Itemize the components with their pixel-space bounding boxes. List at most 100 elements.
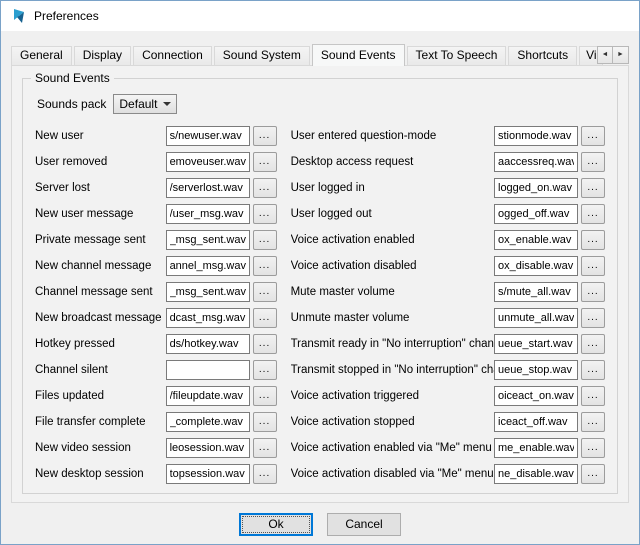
sound-event-label: New channel message bbox=[35, 260, 166, 272]
browse-button[interactable]: ... bbox=[581, 256, 605, 276]
browse-button[interactable]: ... bbox=[253, 334, 277, 354]
browse-button[interactable]: ... bbox=[253, 152, 277, 172]
browse-button[interactable]: ... bbox=[581, 438, 605, 458]
browse-button[interactable]: ... bbox=[253, 360, 277, 380]
sound-file-input[interactable] bbox=[166, 178, 250, 198]
sound-events-column-left: New user...User removed...Server lost...… bbox=[35, 123, 277, 487]
tab-display[interactable]: Display bbox=[74, 46, 131, 65]
sound-file-input[interactable] bbox=[166, 308, 250, 328]
sound-event-row: Server lost... bbox=[35, 175, 277, 201]
browse-button[interactable]: ... bbox=[581, 204, 605, 224]
sound-event-label: New user bbox=[35, 130, 166, 142]
sound-event-label: User removed bbox=[35, 156, 166, 168]
sound-events-group: Sound Events Sounds pack Default New use… bbox=[22, 78, 618, 494]
browse-button[interactable]: ... bbox=[253, 386, 277, 406]
sound-file-input[interactable] bbox=[166, 282, 250, 302]
sound-file-input[interactable] bbox=[166, 386, 250, 406]
browse-button[interactable]: ... bbox=[253, 282, 277, 302]
browse-button[interactable]: ... bbox=[253, 126, 277, 146]
browse-button[interactable]: ... bbox=[581, 334, 605, 354]
browse-button[interactable]: ... bbox=[581, 464, 605, 484]
sound-file-input[interactable] bbox=[494, 152, 578, 172]
sound-event-row: Private message sent... bbox=[35, 227, 277, 253]
browse-button[interactable]: ... bbox=[253, 464, 277, 484]
sound-event-row: Desktop access request... bbox=[291, 149, 605, 175]
ok-button[interactable]: Ok bbox=[239, 513, 313, 536]
sound-file-input[interactable] bbox=[494, 412, 578, 432]
sound-file-input[interactable] bbox=[494, 386, 578, 406]
sound-event-label: Channel silent bbox=[35, 364, 166, 376]
tab-scroll-left-icon[interactable]: ◄ bbox=[597, 46, 613, 64]
tab-scroll-right-icon[interactable]: ► bbox=[613, 46, 629, 64]
sound-event-row: Channel silent... bbox=[35, 357, 277, 383]
sound-file-input[interactable] bbox=[494, 256, 578, 276]
sound-event-label: User entered question-mode bbox=[291, 130, 494, 142]
cancel-button[interactable]: Cancel bbox=[327, 513, 401, 536]
browse-button[interactable]: ... bbox=[581, 412, 605, 432]
sound-event-row: User removed... bbox=[35, 149, 277, 175]
browse-button[interactable]: ... bbox=[581, 126, 605, 146]
browse-button[interactable]: ... bbox=[253, 308, 277, 328]
sound-file-input[interactable] bbox=[494, 360, 578, 380]
browse-button[interactable]: ... bbox=[253, 256, 277, 276]
sound-event-columns: New user...User removed...Server lost...… bbox=[35, 123, 605, 487]
sound-file-input[interactable] bbox=[166, 230, 250, 250]
sound-event-label: New broadcast message bbox=[35, 312, 166, 324]
tab-shortcuts[interactable]: Shortcuts bbox=[508, 46, 577, 65]
sound-file-input[interactable] bbox=[494, 178, 578, 198]
sound-events-column-right: User entered question-mode...Desktop acc… bbox=[291, 123, 605, 487]
sound-event-row: Voice activation disabled... bbox=[291, 253, 605, 279]
tab-text-to-speech[interactable]: Text To Speech bbox=[407, 46, 507, 65]
browse-button[interactable]: ... bbox=[253, 438, 277, 458]
preferences-window: Preferences GeneralDisplayConnectionSoun… bbox=[0, 0, 640, 545]
browse-button[interactable]: ... bbox=[581, 230, 605, 250]
browse-button[interactable]: ... bbox=[581, 386, 605, 406]
sound-file-input[interactable] bbox=[166, 438, 250, 458]
sound-event-label: Desktop access request bbox=[291, 156, 494, 168]
sound-event-label: Server lost bbox=[35, 182, 166, 194]
tab-area: GeneralDisplayConnectionSound SystemSoun… bbox=[11, 43, 629, 65]
sounds-pack-value: Default bbox=[119, 97, 157, 111]
tab-scroller: ◄ ► bbox=[597, 46, 629, 64]
sound-file-input[interactable] bbox=[494, 334, 578, 354]
sound-event-row: User logged out... bbox=[291, 201, 605, 227]
tab-connection[interactable]: Connection bbox=[133, 46, 212, 65]
browse-button[interactable]: ... bbox=[581, 282, 605, 302]
tab-sound-events[interactable]: Sound Events bbox=[312, 44, 405, 66]
browse-button[interactable]: ... bbox=[253, 412, 277, 432]
sound-event-row: New channel message... bbox=[35, 253, 277, 279]
sound-file-input[interactable] bbox=[494, 308, 578, 328]
sound-file-input[interactable] bbox=[166, 126, 250, 146]
browse-button[interactable]: ... bbox=[253, 204, 277, 224]
chevron-down-icon bbox=[163, 102, 171, 106]
browse-button[interactable]: ... bbox=[581, 178, 605, 198]
sounds-pack-select[interactable]: Default bbox=[113, 94, 177, 114]
titlebar[interactable]: Preferences bbox=[1, 1, 639, 31]
sound-file-input[interactable] bbox=[166, 256, 250, 276]
browse-button[interactable]: ... bbox=[581, 308, 605, 328]
sound-file-input[interactable] bbox=[494, 464, 578, 484]
sound-event-label: Voice activation enabled via "Me" menu bbox=[291, 442, 494, 454]
sound-event-row: Voice activation enabled via "Me" menu..… bbox=[291, 435, 605, 461]
sound-file-input[interactable] bbox=[166, 360, 250, 380]
sound-event-label: Unmute master volume bbox=[291, 312, 494, 324]
browse-button[interactable]: ... bbox=[581, 152, 605, 172]
dialog-footer: Ok Cancel bbox=[1, 503, 639, 545]
sound-event-row: Files updated... bbox=[35, 383, 277, 409]
tab-sound-system[interactable]: Sound System bbox=[214, 46, 310, 65]
sound-file-input[interactable] bbox=[166, 334, 250, 354]
browse-button[interactable]: ... bbox=[581, 360, 605, 380]
sound-file-input[interactable] bbox=[166, 204, 250, 224]
sound-file-input[interactable] bbox=[166, 152, 250, 172]
tab-general[interactable]: General bbox=[11, 46, 72, 65]
sound-file-input[interactable] bbox=[494, 230, 578, 250]
sound-file-input[interactable] bbox=[494, 204, 578, 224]
sound-file-input[interactable] bbox=[166, 412, 250, 432]
browse-button[interactable]: ... bbox=[253, 178, 277, 198]
sound-event-label: Hotkey pressed bbox=[35, 338, 166, 350]
sound-file-input[interactable] bbox=[494, 438, 578, 458]
sound-file-input[interactable] bbox=[166, 464, 250, 484]
browse-button[interactable]: ... bbox=[253, 230, 277, 250]
sound-file-input[interactable] bbox=[494, 126, 578, 146]
sound-file-input[interactable] bbox=[494, 282, 578, 302]
